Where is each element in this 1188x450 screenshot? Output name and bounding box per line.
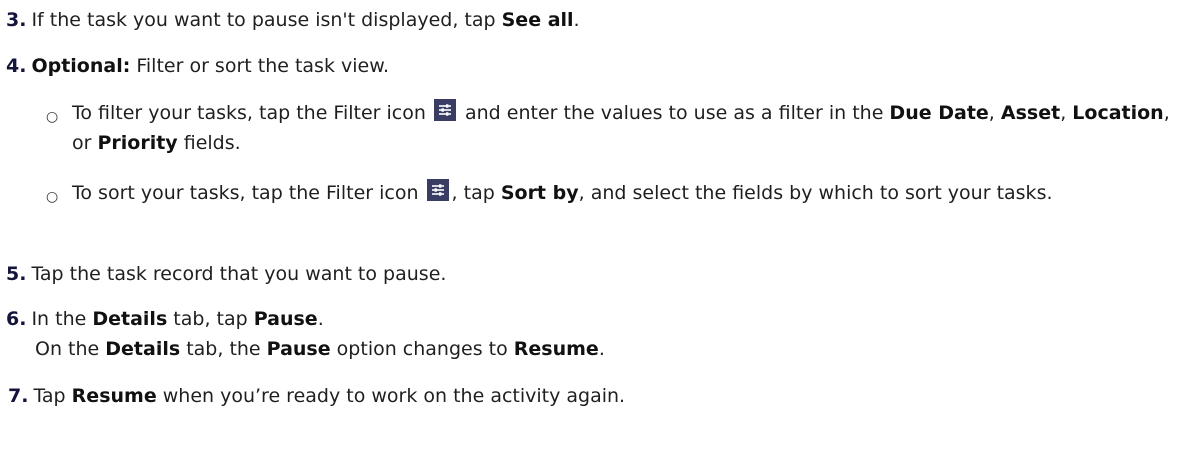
step-7: 7. Tap Resume when you’re ready to work o… [8, 381, 625, 411]
step-number: 7. [8, 385, 29, 407]
bullet-icon: ○ [46, 109, 59, 125]
substep-filter: ○ To filter your tasks, tap the Filter i… [46, 98, 1176, 158]
step-number: 3. [6, 9, 27, 31]
step-6-result: On the Details tab, the Pause option cha… [35, 334, 605, 364]
substep-text: fields. [177, 132, 241, 154]
substep-text: To sort your tasks, tap the Filter icon [72, 182, 425, 204]
punctuation: . [573, 9, 580, 31]
resume-label: Resume [513, 338, 599, 360]
step-number: 4. [6, 55, 27, 77]
substep-text: , tap [451, 182, 501, 204]
location-label: Location [1072, 102, 1164, 124]
step-text: Tap the task record that you want to pau… [31, 263, 447, 285]
step-6: 6. In the Details tab, tap Pause. [6, 304, 324, 334]
step-text: tab, tap [167, 308, 254, 330]
punctuation: . [598, 338, 605, 360]
see-all-label: See all [501, 9, 574, 31]
step-text: On the [35, 338, 106, 360]
document-steps: 3. If the task you want to pause isn't di… [0, 0, 1188, 450]
filter-sliders-icon [433, 99, 456, 121]
substep-text: and enter the values to use as a filter … [458, 102, 890, 124]
due-date-label: Due Date [889, 102, 989, 124]
step-text: tab, the [180, 338, 267, 360]
substep-text: To filter your tasks, tap the Filter ico… [72, 102, 432, 124]
punctuation: , [1060, 102, 1073, 124]
step-3: 3. If the task you want to pause isn't di… [6, 5, 580, 35]
details-label: Details [92, 308, 168, 330]
filter-sliders-icon [426, 179, 449, 201]
priority-label: Priority [97, 132, 178, 154]
step-text: when you’re ready to work on the activit… [156, 385, 626, 407]
step-number: 5. [6, 263, 27, 285]
punctuation: . [317, 308, 324, 330]
step-text: Tap [33, 385, 72, 407]
step-text: Filter or sort the task view. [130, 55, 390, 77]
optional-label: Optional: [31, 55, 131, 77]
pause-label: Pause [253, 308, 318, 330]
step-text: If the task you want to pause isn't disp… [31, 9, 502, 31]
resume-label: Resume [71, 385, 157, 407]
step-text: option changes to [330, 338, 514, 360]
details-label: Details [105, 338, 181, 360]
substep-sort: ○ To sort your tasks, tap the Filter ico… [46, 178, 1176, 208]
step-4: 4. Optional: Filter or sort the task view… [6, 51, 389, 81]
pause-label: Pause [266, 338, 331, 360]
substep-text: , and select the fields by which to sort… [578, 182, 1053, 204]
bullet-icon: ○ [46, 189, 59, 205]
step-text: In the [31, 308, 93, 330]
asset-label: Asset [1000, 102, 1061, 124]
step-5: 5. Tap the task record that you want to p… [6, 259, 446, 289]
punctuation: , [988, 102, 1001, 124]
step-number: 6. [6, 308, 27, 330]
sort-by-label: Sort by [500, 182, 579, 204]
